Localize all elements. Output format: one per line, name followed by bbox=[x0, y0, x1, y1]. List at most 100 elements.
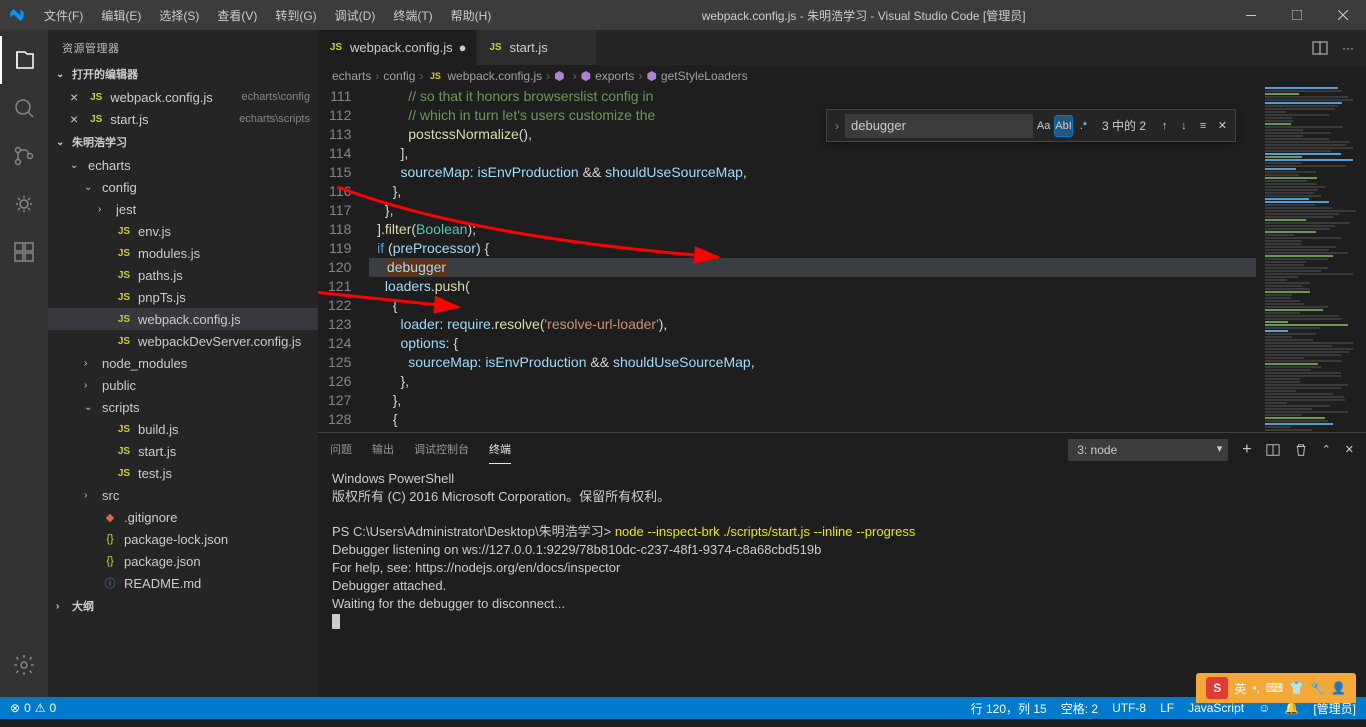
sidebar-title: 资源管理器 bbox=[48, 30, 318, 62]
tree-item[interactable]: JSpaths.js bbox=[48, 264, 318, 286]
tree-item[interactable]: ›src bbox=[48, 484, 318, 506]
menu-item[interactable]: 编辑(E) bbox=[93, 3, 149, 28]
activity-bar bbox=[0, 30, 48, 697]
panel-tab[interactable]: 输出 bbox=[372, 435, 394, 464]
panel-tabs: 问题输出调试控制台终端 3: node + ⌃ ✕ bbox=[318, 433, 1366, 466]
split-editor-icon[interactable] bbox=[1312, 40, 1328, 56]
menu-item[interactable]: 选择(S) bbox=[151, 3, 207, 28]
ime-lang[interactable]: 英 bbox=[1234, 680, 1246, 697]
maximize-panel-icon[interactable]: ⌃ bbox=[1322, 443, 1331, 456]
ime-user-icon[interactable]: 👤 bbox=[1331, 681, 1346, 695]
tree-item[interactable]: ⓘREADME.md bbox=[48, 572, 318, 594]
tree-item[interactable]: {}package.json bbox=[48, 550, 318, 572]
editor-tabs: JSwebpack.config.js●JSstart.js ··· bbox=[318, 30, 1366, 65]
app-icon bbox=[8, 6, 26, 24]
ime-punct-icon[interactable]: •, bbox=[1252, 681, 1260, 695]
minimize-button[interactable] bbox=[1228, 0, 1274, 30]
tree-item[interactable]: ⌄config bbox=[48, 176, 318, 198]
breadcrumb-item[interactable]: ⬢ getStyleLoaders bbox=[646, 69, 747, 83]
tree-item[interactable]: JSmodules.js bbox=[48, 242, 318, 264]
close-panel-icon[interactable]: ✕ bbox=[1345, 443, 1354, 456]
tree-item[interactable]: JSpnpTs.js bbox=[48, 286, 318, 308]
explorer-icon[interactable] bbox=[0, 36, 48, 84]
tree-item[interactable]: {}package-lock.json bbox=[48, 528, 318, 550]
split-terminal-icon[interactable] bbox=[1266, 443, 1280, 457]
window-controls bbox=[1228, 0, 1366, 30]
find-next-icon[interactable]: ↓ bbox=[1175, 115, 1192, 137]
language-status[interactable]: JavaScript bbox=[1188, 701, 1244, 715]
window-title: webpack.config.js - 朱明浩学习 - Visual Studi… bbox=[499, 7, 1228, 24]
breadcrumb-item[interactable]: ⬢ exports bbox=[581, 69, 635, 83]
breadcrumb-item[interactable]: config bbox=[383, 69, 415, 83]
indentation-status[interactable]: 空格: 2 bbox=[1061, 700, 1098, 717]
tree-item[interactable]: JSenv.js bbox=[48, 220, 318, 242]
tree-item[interactable]: ⌄echarts bbox=[48, 154, 318, 176]
breadcrumb-item[interactable]: echarts bbox=[332, 69, 371, 83]
eol-status[interactable]: LF bbox=[1160, 701, 1174, 715]
ime-toolbar[interactable]: S 英 •, ⌨ 👕 🔧 👤 bbox=[1196, 673, 1356, 703]
minimap[interactable] bbox=[1256, 87, 1366, 432]
source-control-icon[interactable] bbox=[0, 132, 48, 180]
close-button[interactable] bbox=[1320, 0, 1366, 30]
tree-item[interactable]: JSstart.js bbox=[48, 440, 318, 462]
breadcrumb-item[interactable]: ⬢ bbox=[554, 69, 568, 83]
panel-tab[interactable]: 终端 bbox=[489, 435, 511, 464]
terminal-output[interactable]: Windows PowerShell 版权所有 (C) 2016 Microso… bbox=[318, 466, 1366, 697]
debug-icon[interactable] bbox=[0, 180, 48, 228]
tree-item[interactable]: JSwebpack.config.js bbox=[48, 308, 318, 330]
tree-item[interactable]: ›jest bbox=[48, 198, 318, 220]
menu-item[interactable]: 终端(T) bbox=[385, 3, 440, 28]
find-prev-icon[interactable]: ↑ bbox=[1156, 115, 1173, 137]
notifications-icon[interactable]: 🔔 bbox=[1284, 701, 1299, 715]
ime-tool-icon[interactable]: 🔧 bbox=[1310, 681, 1325, 695]
extensions-icon[interactable] bbox=[0, 228, 48, 276]
cursor-position[interactable]: 行 120，列 15 bbox=[971, 700, 1047, 717]
workspace-header[interactable]: ⌄朱明浩学习 bbox=[48, 130, 318, 154]
editor-tab[interactable]: JSwebpack.config.js● bbox=[318, 30, 477, 65]
statusbar: ⊗0 ⚠0 行 120，列 15 空格: 2 UTF-8 LF JavaScri… bbox=[0, 697, 1366, 719]
settings-icon[interactable] bbox=[0, 641, 48, 689]
panel-tab[interactable]: 问题 bbox=[330, 435, 352, 464]
menu-item[interactable]: 调试(D) bbox=[327, 3, 384, 28]
menu-item[interactable]: 帮助(H) bbox=[443, 3, 500, 28]
tree-item[interactable]: JSwebpackDevServer.config.js bbox=[48, 330, 318, 352]
menu-item[interactable]: 文件(F) bbox=[36, 3, 91, 28]
tree-item[interactable]: JStest.js bbox=[48, 462, 318, 484]
outline-header[interactable]: ›大纲 bbox=[48, 594, 318, 618]
match-case-icon[interactable]: Aa bbox=[1035, 115, 1052, 137]
ime-skin-icon[interactable]: 👕 bbox=[1289, 681, 1304, 695]
panel-tab[interactable]: 调试控制台 bbox=[414, 435, 469, 464]
open-editors-header[interactable]: ⌄打开的编辑器 bbox=[48, 62, 318, 86]
tree-item[interactable]: JSbuild.js bbox=[48, 418, 318, 440]
terminal-selector[interactable]: 3: node bbox=[1068, 439, 1228, 461]
kill-terminal-icon[interactable] bbox=[1294, 443, 1308, 457]
tree-item[interactable]: ◆.gitignore bbox=[48, 506, 318, 528]
encoding-status[interactable]: UTF-8 bbox=[1112, 701, 1146, 715]
menu-item[interactable]: 转到(G) bbox=[267, 3, 324, 28]
tree-item[interactable]: ›public bbox=[48, 374, 318, 396]
feedback-icon[interactable]: ☺ bbox=[1258, 701, 1270, 715]
regex-icon[interactable]: .* bbox=[1075, 115, 1092, 137]
find-selection-icon[interactable]: ≡ bbox=[1194, 115, 1211, 137]
new-terminal-icon[interactable]: + bbox=[1242, 441, 1251, 459]
tree-item[interactable]: ›node_modules bbox=[48, 352, 318, 374]
maximize-button[interactable] bbox=[1274, 0, 1320, 30]
problems-status[interactable]: ⊗0 ⚠0 bbox=[10, 701, 56, 715]
open-editor-item[interactable]: ×JSstart.jsecharts\scripts bbox=[48, 108, 318, 130]
search-icon[interactable] bbox=[0, 84, 48, 132]
tree-item[interactable]: ⌄scripts bbox=[48, 396, 318, 418]
whole-word-icon[interactable]: AbI bbox=[1054, 115, 1073, 137]
find-expand-icon[interactable]: › bbox=[831, 119, 843, 133]
editor-tab[interactable]: JSstart.js bbox=[477, 30, 597, 65]
code-editor[interactable]: 111 112 113 114 115 116 117 118 119 120 … bbox=[318, 87, 1366, 432]
titlebar: 文件(F)编辑(E)选择(S)查看(V)转到(G)调试(D)终端(T)帮助(H)… bbox=[0, 0, 1366, 30]
find-input[interactable] bbox=[845, 114, 1033, 138]
ime-keyboard-icon[interactable]: ⌨ bbox=[1266, 681, 1283, 695]
editor-area: JSwebpack.config.js●JSstart.js ··· echar… bbox=[318, 30, 1366, 697]
sidebar: 资源管理器 ⌄打开的编辑器 ×JSwebpack.config.jsechart… bbox=[48, 30, 318, 697]
menu-item[interactable]: 查看(V) bbox=[209, 3, 265, 28]
open-editor-item[interactable]: ×JSwebpack.config.jsecharts\config bbox=[48, 86, 318, 108]
more-icon[interactable]: ··· bbox=[1342, 41, 1354, 55]
find-close-icon[interactable]: ✕ bbox=[1214, 115, 1231, 137]
breadcrumb-item[interactable]: JS webpack.config.js bbox=[427, 69, 542, 83]
